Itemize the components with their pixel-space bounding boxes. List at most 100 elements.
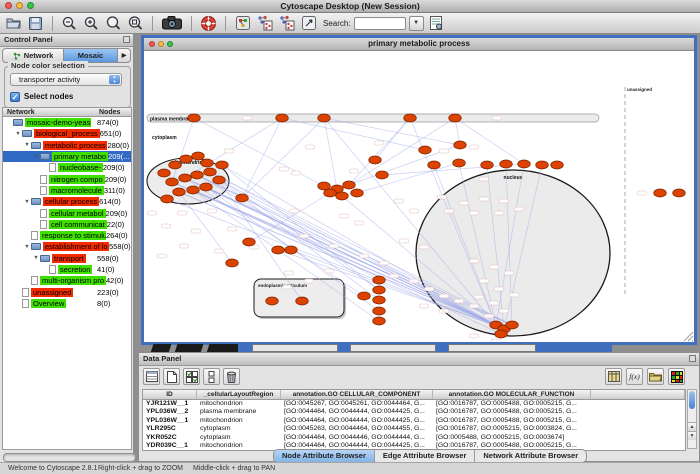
graph-node[interactable]	[166, 178, 179, 186]
table-row[interactable]: YPL036W__2plasma membrane[GO:0044464, GO…	[143, 408, 685, 416]
table-cell[interactable]	[591, 442, 685, 450]
network-window-titlebar[interactable]: primary metabolic process	[144, 38, 694, 51]
graph-node[interactable]	[673, 189, 686, 197]
attribute-checklist-icon[interactable]	[183, 368, 200, 385]
graph-node[interactable]	[276, 114, 289, 122]
create-attribute-icon[interactable]	[163, 368, 180, 385]
table-cell[interactable]: [GO:0044464, GO:0044444, GO:0044425, G..…	[281, 417, 433, 425]
tree-row[interactable]: cellular metabol209(0)	[3, 207, 131, 218]
filter-icon[interactable]	[299, 14, 318, 32]
expand-arrow-icon[interactable]: ▼	[23, 244, 31, 250]
tree-row[interactable]: response to stimulu264(0)	[3, 230, 131, 241]
table-cell[interactable]: [GO:0016787, GO:0005215, GO:0003824, G..…	[433, 425, 591, 433]
column-header-network[interactable]: Network	[7, 108, 35, 117]
graph-node[interactable]	[495, 330, 508, 338]
table-cell[interactable]: mitochondrion	[197, 400, 281, 408]
tree-row[interactable]: Overview8(0)	[3, 298, 131, 309]
table-row[interactable]: YPL036W__1mitochondrion[GO:0044464, GO:0…	[143, 417, 685, 425]
annotation-import-icon[interactable]	[255, 14, 274, 32]
table-row[interactable]: YJR121W__1mitochondrion[GO:0045267, GO:0…	[143, 400, 685, 408]
scrollbar-thumb[interactable]	[689, 391, 695, 409]
tab-edge-attribute-browser[interactable]: Edge Attribute Browser	[375, 450, 475, 462]
search-input[interactable]	[354, 17, 406, 30]
save-session-icon[interactable]	[26, 14, 45, 32]
function-builder-icon[interactable]: f(x)	[626, 368, 643, 385]
graph-node[interactable]	[243, 238, 256, 246]
graph-node[interactable]	[449, 114, 462, 122]
graph-node[interactable]	[373, 307, 386, 315]
snapshot-camera-icon[interactable]	[160, 14, 184, 32]
table-cell[interactable]: [GO:0044464, GO:0044446, GO:0044444, G..…	[281, 434, 433, 442]
graph-node[interactable]	[226, 259, 239, 267]
open-file-icon[interactable]	[4, 14, 23, 32]
graph-node[interactable]	[180, 155, 193, 163]
graph-node[interactable]	[376, 171, 389, 179]
table-column-header[interactable]: _cellularLayoutRegion	[197, 390, 281, 399]
zoom-in-icon[interactable]	[82, 14, 101, 32]
graph-node[interactable]	[351, 189, 364, 197]
graph-node[interactable]	[336, 192, 349, 200]
graph-node[interactable]	[551, 161, 564, 169]
node-color-dropdown[interactable]: transporter activity ▲▼	[10, 73, 122, 86]
graph-node[interactable]	[169, 161, 182, 169]
graph-node[interactable]	[481, 161, 494, 169]
tree-column-headers[interactable]: Network Nodes	[2, 107, 132, 117]
table-cell[interactable]: YPL036W__2	[143, 408, 197, 416]
attribute-browser-icon[interactable]	[427, 14, 446, 32]
search-dropdown-button[interactable]: ▼	[409, 16, 424, 31]
tree-row[interactable]: ▼transport558(0)	[3, 253, 131, 264]
scroll-up-icon[interactable]: ▲	[688, 422, 696, 431]
tree-row[interactable]: ▼metabolic process280(0)	[3, 140, 131, 151]
tree-row[interactable]: secretion41(0)	[3, 264, 131, 275]
table-cell[interactable]: [GO:0016787, GO:0005488, GO:0005215, G..…	[433, 400, 591, 408]
select-nodes-checkbox[interactable]: ✓	[10, 92, 20, 102]
tree-row[interactable]: ▼cellular process614(0)	[3, 196, 131, 207]
tree-row[interactable]: macromolecule311(0)	[3, 185, 131, 196]
graph-node[interactable]	[192, 152, 205, 160]
graph-node[interactable]	[158, 169, 171, 177]
graph-node[interactable]	[343, 181, 356, 189]
table-cell[interactable]	[591, 425, 685, 433]
float-panel-icon[interactable]	[689, 355, 696, 362]
graph-node[interactable]	[200, 183, 213, 191]
table-cell[interactable]: cytoplasm	[197, 425, 281, 433]
graph-node[interactable]	[454, 141, 467, 149]
network-canvas-svg[interactable]: plasma membranecytoplasmnucleusmitochond…	[144, 51, 694, 342]
annotation-import-alt-icon[interactable]	[277, 14, 296, 32]
control-panel-header[interactable]: Control Panel	[0, 34, 133, 47]
table-row[interactable]: YLR295Ccytoplasm[GO:0045263, GO:0044464,…	[143, 425, 685, 433]
tree-row[interactable]: nucleobase-209(0)	[3, 162, 131, 173]
delete-attribute-trash-icon[interactable]	[223, 368, 240, 385]
graph-node[interactable]	[187, 186, 200, 194]
table-cell[interactable]: cytoplasm	[197, 434, 281, 442]
graph-node[interactable]	[296, 297, 309, 305]
graph-node[interactable]	[369, 156, 382, 164]
table-cell[interactable]	[591, 408, 685, 416]
table-cell[interactable]: [GO:0044464, GO:0044444, GO:0044425, G..…	[281, 408, 433, 416]
zoom-fit-icon[interactable]	[126, 14, 145, 32]
table-cell[interactable]: mitochondrion	[197, 442, 281, 450]
tree-row[interactable]: ▼primary metabo209(...	[3, 151, 131, 162]
tree-row[interactable]: multi-organism pro42(0)	[3, 275, 131, 286]
titlebar[interactable]: Cytoscape Desktop (New Session)	[0, 0, 700, 13]
graph-node[interactable]	[419, 146, 432, 154]
float-panel-icon[interactable]	[123, 36, 130, 43]
graph-node[interactable]	[404, 114, 417, 122]
graph-node[interactable]	[373, 276, 386, 284]
tree-row[interactable]: unassigned223(0)	[3, 286, 131, 297]
table-cell[interactable]: [GO:0005488, GO:0005215, GO:0003674]	[433, 434, 591, 442]
graph-node[interactable]	[518, 160, 531, 168]
table-cell[interactable]: YDR039C__1	[143, 442, 197, 450]
graph-node[interactable]	[161, 195, 174, 203]
tree-row[interactable]: nitrogen compo209(0)	[3, 173, 131, 184]
table-column-header[interactable]: ID	[143, 390, 197, 399]
graph-node[interactable]	[373, 317, 386, 325]
table-cell[interactable]: YKR052C	[143, 434, 197, 442]
graph-node[interactable]	[179, 174, 192, 182]
graph-node[interactable]	[500, 160, 513, 168]
table-cell[interactable]: [GO:0045263, GO:0044464, GO:0044455, G..…	[281, 425, 433, 433]
table-cell[interactable]	[591, 417, 685, 425]
heatmap-icon[interactable]	[668, 368, 685, 385]
graph-node[interactable]	[285, 246, 298, 254]
table-cell[interactable]: plasma membrane	[197, 408, 281, 416]
